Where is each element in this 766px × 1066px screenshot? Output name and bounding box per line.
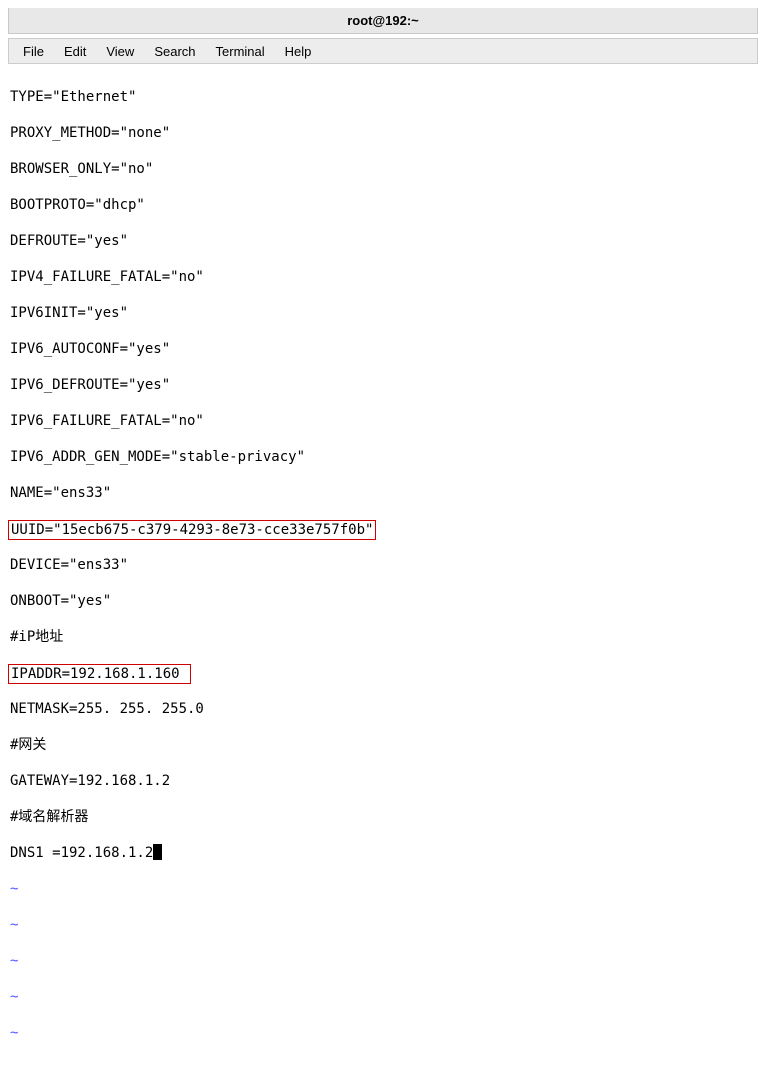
window-titlebar: root@192:~: [8, 8, 758, 34]
menu-search[interactable]: Search: [144, 40, 205, 63]
config-line: PROXY_METHOD="none": [10, 124, 756, 142]
config-line: IPV6_AUTOCONF="yes": [10, 340, 756, 358]
config-line-uuid: UUID="15ecb675-c379-4293-8e73-cce33e757f…: [10, 520, 756, 538]
config-line-ipaddr: IPADDR=192.168.1.160: [10, 664, 756, 682]
highlight-uuid: UUID="15ecb675-c379-4293-8e73-cce33e757f…: [8, 520, 376, 540]
config-line: #iP地址: [10, 628, 756, 646]
config-line: GATEWAY=192.168.1.2: [10, 772, 756, 790]
window-title: root@192:~: [347, 13, 419, 28]
config-line: IPV4_FAILURE_FATAL="no": [10, 268, 756, 286]
config-line: ONBOOT="yes": [10, 592, 756, 610]
terminal-content[interactable]: TYPE="Ethernet" PROXY_METHOD="none" BROW…: [0, 64, 766, 1066]
config-line: NETMASK=255. 255. 255.0: [10, 700, 756, 718]
config-line: IPV6_DEFROUTE="yes": [10, 376, 756, 394]
empty-line-tilde: ~: [10, 1024, 756, 1042]
cursor-icon: [153, 844, 162, 860]
config-text: DNS1 =192.168.1.2: [10, 845, 153, 861]
menu-terminal[interactable]: Terminal: [206, 40, 275, 63]
empty-line-tilde: ~: [10, 880, 756, 898]
config-line: DEFROUTE="yes": [10, 232, 756, 250]
config-line: NAME="ens33": [10, 484, 756, 502]
config-line-dns: DNS1 =192.168.1.2: [10, 844, 756, 862]
empty-line-tilde: ~: [10, 988, 756, 1006]
menu-view[interactable]: View: [96, 40, 144, 63]
empty-line-tilde: ~: [10, 916, 756, 934]
config-line: BOOTPROTO="dhcp": [10, 196, 756, 214]
config-line: #网关: [10, 736, 756, 754]
menu-edit[interactable]: Edit: [54, 40, 96, 63]
config-line: IPV6_ADDR_GEN_MODE="stable-privacy": [10, 448, 756, 466]
config-line: BROWSER_ONLY="no": [10, 160, 756, 178]
config-line: TYPE="Ethernet": [10, 88, 756, 106]
menubar: File Edit View Search Terminal Help: [8, 38, 758, 64]
menu-help[interactable]: Help: [275, 40, 322, 63]
config-line: #域名解析器: [10, 808, 756, 826]
config-line: DEVICE="ens33": [10, 556, 756, 574]
empty-line-tilde: ~: [10, 952, 756, 970]
highlight-ipaddr: IPADDR=192.168.1.160: [8, 664, 191, 684]
menu-file[interactable]: File: [13, 40, 54, 63]
config-line: IPV6_FAILURE_FATAL="no": [10, 412, 756, 430]
config-line: IPV6INIT="yes": [10, 304, 756, 322]
